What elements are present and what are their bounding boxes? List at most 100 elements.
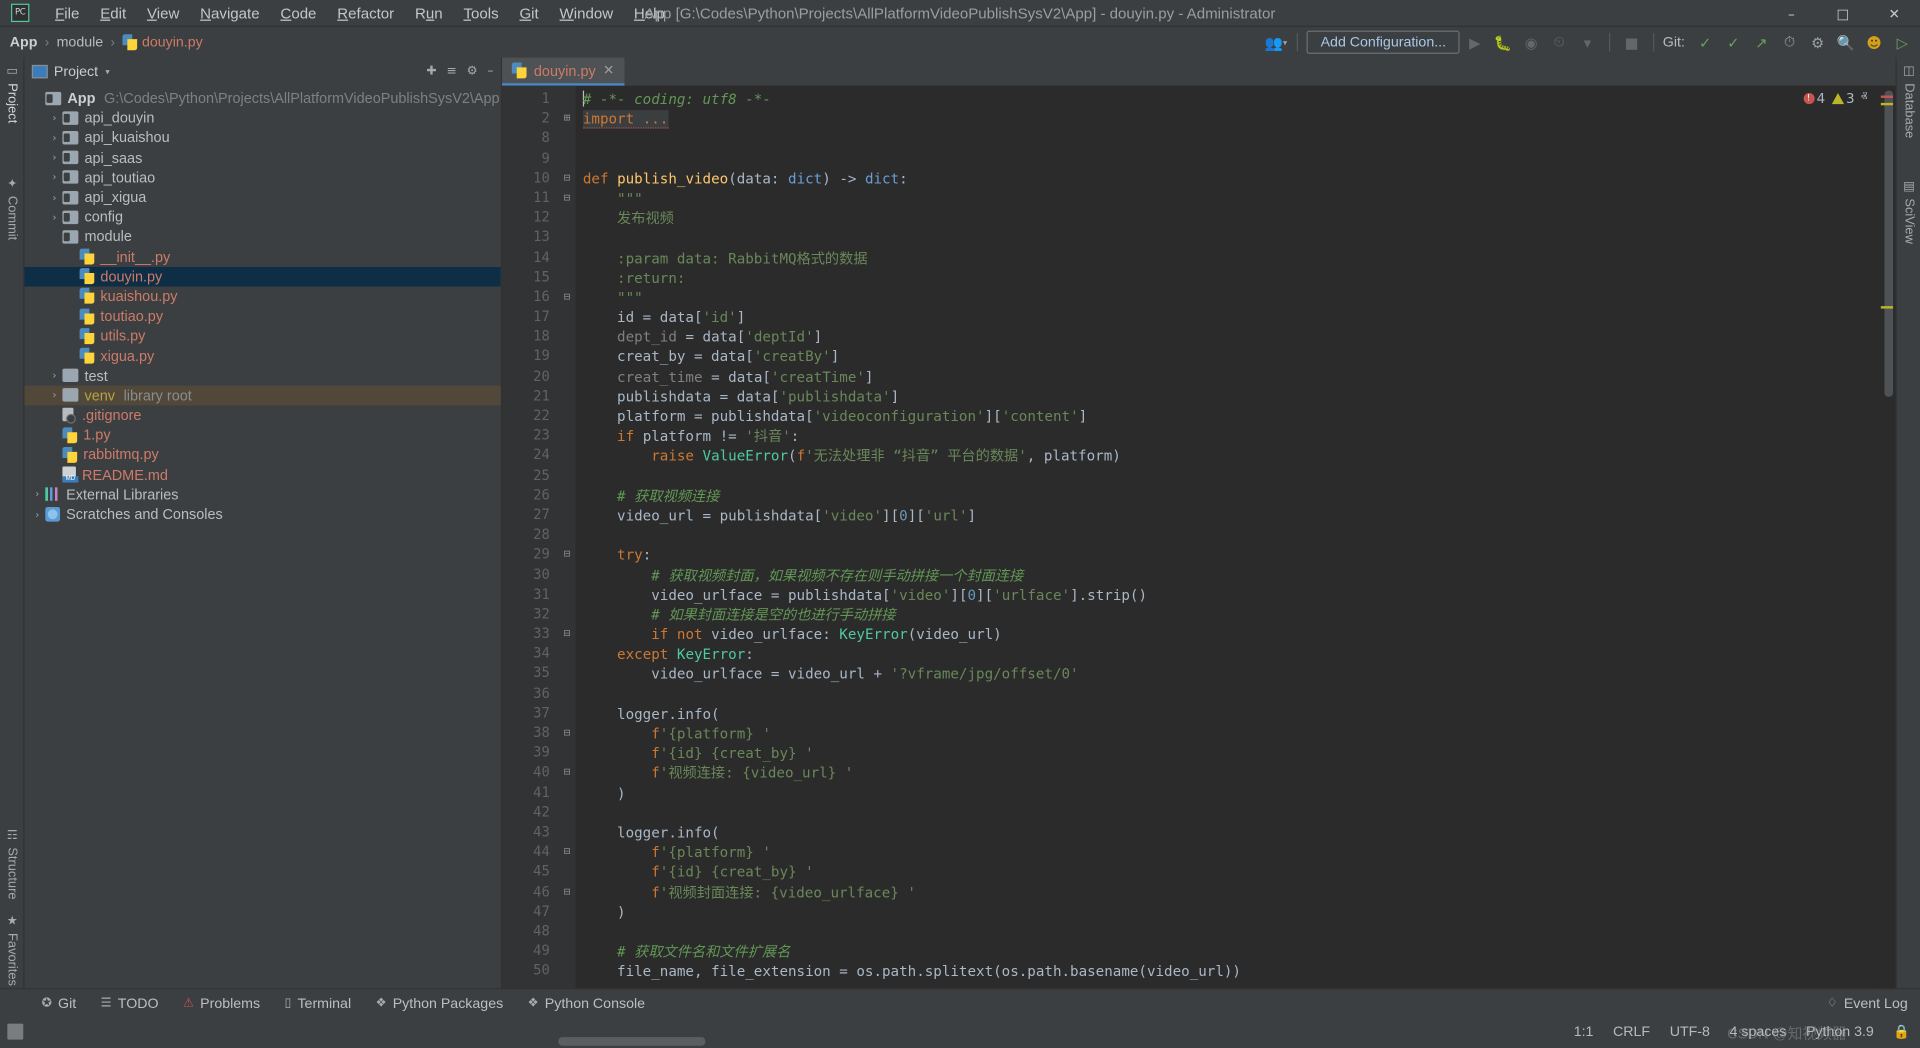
menu-item-view[interactable]: View bbox=[137, 2, 190, 24]
indent-setting[interactable]: 4 spaces bbox=[1730, 1023, 1787, 1039]
caret-position[interactable]: 1:1 bbox=[1574, 1023, 1594, 1039]
chevron-right-icon[interactable]: › bbox=[47, 370, 63, 381]
code-line[interactable] bbox=[583, 684, 1879, 704]
editor-tab-douyin[interactable]: douyin.py ✕ bbox=[502, 58, 624, 86]
chevron-down-icon[interactable]: ▾ bbox=[1575, 29, 1601, 55]
code-line[interactable] bbox=[583, 149, 1879, 169]
code-line[interactable]: # 获取视频连接 bbox=[583, 486, 1879, 506]
run-configuration-selector[interactable]: Add Configuration... bbox=[1307, 31, 1459, 54]
tree-row[interactable]: xigua.py bbox=[24, 346, 500, 366]
tree-row[interactable]: ⱟ module bbox=[24, 227, 500, 247]
code-line[interactable]: f'视频连接: {video_url} ' bbox=[583, 763, 1879, 783]
menu-item-navigate[interactable]: Navigate bbox=[190, 2, 270, 24]
menu-item-help[interactable]: Help bbox=[624, 2, 676, 24]
code-line[interactable]: if not video_urlface: KeyError(video_url… bbox=[583, 625, 1879, 645]
code-line[interactable]: f'{id} {creat_by} ' bbox=[583, 743, 1879, 763]
code-line[interactable] bbox=[583, 228, 1879, 248]
code-line[interactable]: f'{platform} ' bbox=[583, 843, 1879, 863]
menu-item-window[interactable]: Window bbox=[550, 2, 624, 24]
python-interpreter[interactable]: Python 3.9 bbox=[1806, 1023, 1874, 1039]
git-update-icon[interactable]: ✓ bbox=[1692, 29, 1718, 55]
code-line[interactable] bbox=[583, 129, 1879, 149]
maximize-button[interactable]: □ bbox=[1817, 0, 1868, 27]
code-line[interactable]: :param data: RabbitMQ格式的数据 bbox=[583, 248, 1879, 268]
code-line[interactable]: def publish_video(data: dict) -> dict: bbox=[583, 169, 1879, 189]
code-line[interactable] bbox=[583, 525, 1879, 545]
tree-row[interactable]: › api_xigua bbox=[24, 187, 500, 207]
tree-row[interactable]: › External Libraries bbox=[24, 485, 500, 505]
fold-toggle-icon[interactable]: ⊟ bbox=[558, 288, 575, 308]
code-line[interactable]: publishdata = data['publishdata'] bbox=[583, 387, 1879, 407]
tool-window-button-commit[interactable]: ✦ Commit bbox=[0, 178, 24, 241]
code-line[interactable]: id = data['id'] bbox=[583, 307, 1879, 327]
inspection-widget[interactable]: ! 4 3 ⱏ ⱟ bbox=[1803, 89, 1873, 106]
bottom-button-problems[interactable]: ⚠ Problems bbox=[171, 989, 273, 1017]
code-line[interactable]: import ... bbox=[583, 109, 1879, 129]
horizontal-scrollbar-thumb[interactable] bbox=[558, 1037, 705, 1046]
code-line[interactable]: raise ValueError(f'无法处理非 “抖音” 平台的数据', pl… bbox=[583, 446, 1879, 466]
settings-icon[interactable]: ⚙ bbox=[467, 65, 478, 78]
menu-item-git[interactable]: Git bbox=[510, 2, 550, 24]
code-line[interactable]: # -*- coding: utf8 -*- bbox=[583, 89, 1879, 109]
menu-item-run[interactable]: Run bbox=[405, 2, 453, 24]
code-line[interactable]: # 获取视频封面，如果视频不存在则手动拼接一个封面连接 bbox=[583, 565, 1879, 585]
fold-toggle-icon[interactable]: ⊟ bbox=[558, 169, 575, 189]
breadcrumb-item-app[interactable]: App bbox=[10, 34, 38, 50]
code-folding-gutter[interactable]: ⊞ ⊟ ⊟ ⊟ ⊟ ⊟ ⊟ ⊟ ⊟ ⊟ bbox=[558, 86, 575, 988]
tool-window-button-sciview[interactable]: ▤ SciView bbox=[1897, 180, 1920, 244]
code-line[interactable]: logger.info( bbox=[583, 704, 1879, 724]
code-line[interactable]: 发布视频 bbox=[583, 208, 1879, 228]
bottom-button-terminal[interactable]: ▯ Terminal bbox=[272, 989, 363, 1017]
fold-toggle-icon[interactable]: ⊟ bbox=[558, 882, 575, 902]
code-line[interactable]: logger.info( bbox=[583, 823, 1879, 843]
bottom-button-python-packages[interactable]: ❖ Python Packages bbox=[363, 989, 515, 1017]
fold-toggle-icon[interactable]: ⊞ bbox=[558, 109, 575, 129]
code-line[interactable]: """ bbox=[583, 188, 1879, 208]
chevron-right-icon[interactable]: › bbox=[47, 112, 63, 123]
tool-window-button-project[interactable]: ▭ Project bbox=[0, 65, 24, 123]
code-line[interactable]: video_urlface = publishdata['video'][0][… bbox=[583, 585, 1879, 605]
code-line[interactable]: :return: bbox=[583, 268, 1879, 288]
file-encoding[interactable]: UTF-8 bbox=[1670, 1023, 1710, 1039]
tree-row[interactable]: toutiao.py bbox=[24, 306, 500, 326]
tree-row[interactable]: › api_kuaishou bbox=[24, 128, 500, 148]
tree-row[interactable]: rabbitmq.py bbox=[24, 445, 500, 465]
breadcrumb-item-file[interactable]: douyin.py bbox=[122, 34, 202, 50]
code-line[interactable]: # 获取文件名和文件扩展名 bbox=[583, 942, 1879, 962]
tree-row[interactable]: .gitignore bbox=[24, 405, 500, 425]
tree-row[interactable]: kuaishou.py bbox=[24, 286, 500, 306]
editor-scrollbar[interactable] bbox=[1878, 86, 1895, 988]
chevron-right-icon[interactable]: › bbox=[47, 152, 63, 163]
chevron-down-icon[interactable]: ▾ bbox=[105, 67, 109, 77]
hide-icon[interactable]: – bbox=[487, 65, 493, 78]
chevron-up-icon[interactable]: ⱏ bbox=[1861, 89, 1868, 106]
code-content[interactable]: # -*- coding: utf8 -*- import ... def pub… bbox=[576, 86, 1879, 988]
fold-toggle-icon[interactable]: ⊟ bbox=[558, 724, 575, 744]
code-line[interactable]: creat_by = data['creatBy'] bbox=[583, 347, 1879, 367]
scrollbar-thumb[interactable] bbox=[1884, 91, 1893, 397]
menu-item-refactor[interactable]: Refactor bbox=[327, 2, 405, 24]
debug-icon[interactable]: 🐛 bbox=[1490, 29, 1516, 55]
git-commit-icon[interactable]: ✓ bbox=[1720, 29, 1746, 55]
lock-icon[interactable]: 🔒 bbox=[1893, 1023, 1910, 1039]
fold-toggle-icon[interactable]: ⊟ bbox=[558, 843, 575, 863]
code-line[interactable]: video_url = publishdata['video'][0]['url… bbox=[583, 506, 1879, 526]
close-icon[interactable]: ✕ bbox=[603, 62, 614, 78]
chevron-right-icon[interactable]: › bbox=[47, 192, 63, 203]
search-icon[interactable]: 🔍 bbox=[1833, 29, 1859, 55]
tree-row[interactable]: › api_douyin bbox=[24, 108, 500, 128]
tree-row[interactable]: › venv library root bbox=[24, 385, 500, 405]
user-group-icon[interactable]: 👥 ▾ bbox=[1263, 29, 1289, 55]
menu-item-tools[interactable]: Tools bbox=[454, 2, 510, 24]
tree-row[interactable]: ⱟ App G:\Codes\Python\Projects\AllPlatform… bbox=[24, 88, 500, 108]
fold-toggle-icon[interactable]: ⊟ bbox=[558, 545, 575, 565]
code-line[interactable] bbox=[583, 803, 1879, 823]
code-line[interactable]: """ bbox=[583, 288, 1879, 308]
collapse-all-icon[interactable]: ≡ bbox=[446, 65, 456, 78]
tree-row[interactable]: __init__.py bbox=[24, 247, 500, 267]
code-line[interactable]: try: bbox=[583, 545, 1879, 565]
tree-row[interactable]: › config bbox=[24, 207, 500, 227]
tree-row[interactable]: douyin.py bbox=[24, 267, 500, 287]
code-line[interactable]: ) bbox=[583, 902, 1879, 922]
tool-window-button-database[interactable]: ◫ Database bbox=[1897, 65, 1920, 138]
